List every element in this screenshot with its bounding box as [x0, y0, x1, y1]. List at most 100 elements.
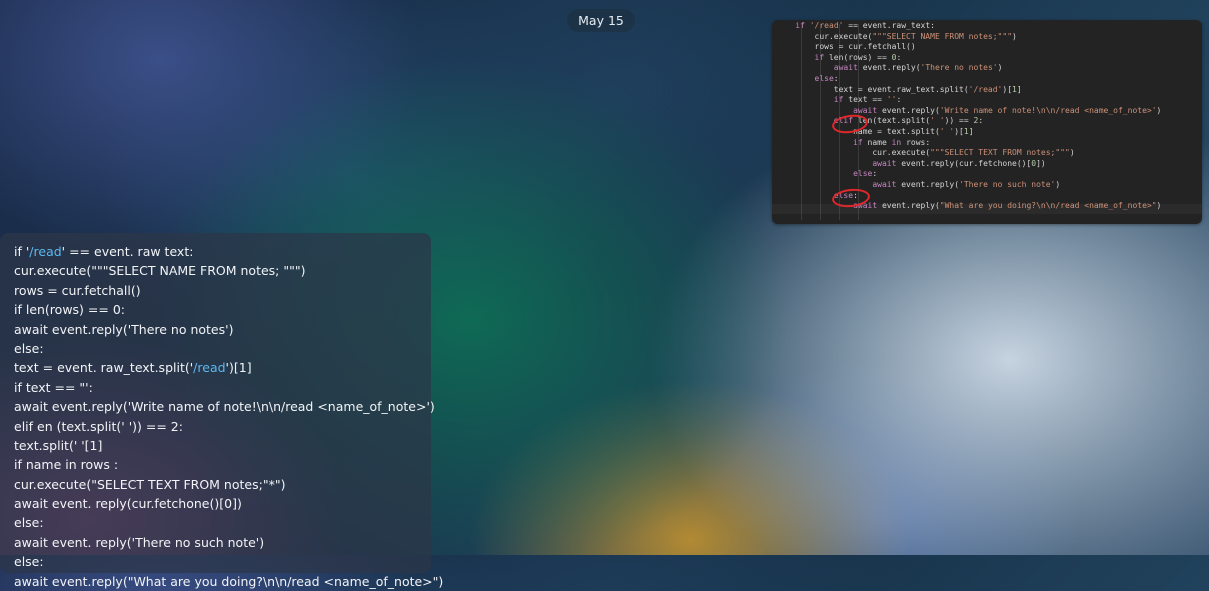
- code-line: else:: [772, 74, 1202, 85]
- code-token: :: [896, 95, 902, 105]
- code-token: 'Write name of note!\n\n/read <name_of_n…: [939, 105, 1157, 115]
- message-text-segment: rows = cur.fetchall(): [14, 282, 141, 298]
- code-line: await event.reply('There no such note'): [772, 180, 1202, 191]
- message-line: text = event. raw_text.split('/read')[1]: [14, 358, 417, 377]
- message-line: else:: [14, 339, 417, 358]
- code-token: )) ==: [944, 116, 974, 126]
- code-line: await event.reply('There no notes'): [772, 63, 1202, 74]
- message-text-segment: await event.reply('Write name of note!\n…: [14, 399, 435, 415]
- code-token: :: [833, 73, 839, 83]
- message-text-segment: cur.execute("SELECT TEXT FROM notes;"*"): [14, 476, 286, 492]
- code-token: if: [795, 21, 805, 30]
- code-token: len(rows) ==: [824, 52, 892, 62]
- message-text-segment: if ': [14, 244, 30, 259]
- code-token: event.reply(: [877, 105, 940, 115]
- code-line: if '/read' == event.raw_text:: [772, 21, 1202, 32]
- message-line: await event.reply("What are you doing?\n…: [14, 572, 443, 591]
- code-token: ' ': [930, 116, 945, 126]
- code-token: if: [853, 137, 863, 147]
- code-token: event.reply(cur.fetchone()[: [896, 158, 1032, 168]
- code-token: else: [814, 73, 834, 83]
- code-token: 'There no notes': [920, 63, 998, 73]
- code-token: text ==: [843, 95, 887, 105]
- code-token: 'There no such note': [959, 179, 1056, 189]
- code-line: text = event.raw_text.split('/read')[1]: [772, 85, 1202, 96]
- message-line: cur.execute("""SELECT NAME FROM notes; "…: [14, 261, 417, 280]
- code-token: if: [833, 95, 844, 105]
- code-line: await event.reply('Write name of note!\n…: [772, 106, 1202, 117]
- code-token: rows:: [901, 137, 931, 147]
- message-text-segment: else:: [14, 515, 44, 531]
- code-token: await: [833, 63, 858, 73]
- date-separator: May 15: [567, 9, 635, 32]
- code-token: )[: [954, 126, 964, 136]
- message-line: text.split(' '[1]: [14, 436, 417, 455]
- code-token: :: [872, 169, 878, 179]
- code-token: await: [872, 158, 897, 168]
- code-token: name: [862, 137, 892, 147]
- code-line: await event.reply(cur.fetchone()[0]): [772, 159, 1202, 170]
- code-token: event.reply(: [857, 63, 921, 73]
- code-token: event.reply(: [896, 179, 960, 189]
- code-token: ]): [1036, 158, 1046, 168]
- message-line: if text == "':: [14, 378, 417, 397]
- message-line: await event. reply(cur.fetchone()[0]): [14, 494, 417, 513]
- code-line: rows = cur.fetchall(): [772, 42, 1202, 53]
- command-link[interactable]: /read: [193, 360, 225, 375]
- message-text-segment: if len(rows) == 0:: [14, 302, 125, 318]
- message-text-segment: text = event. raw_text.split(': [14, 360, 194, 376]
- message-text-segment: if name in rows :: [14, 457, 119, 473]
- message-text-segment: await event.reply("What are you doing?\n…: [14, 573, 444, 589]
- message-text-segment: else:: [14, 340, 44, 356]
- code-token: ): [1156, 105, 1162, 115]
- code-token: == event.raw_text:: [843, 21, 935, 30]
- message-line: elif en (text.split(' ')) == 2:: [14, 417, 417, 436]
- message-line: await event.reply('Write name of note!\n…: [14, 397, 435, 416]
- code-token: "What are you doing?\n\n/read <name_of_n…: [939, 201, 1157, 211]
- command-link[interactable]: /read: [29, 244, 61, 259]
- date-label: May 15: [578, 13, 624, 28]
- message-text: if '/read' == event. raw text: cur.execut…: [14, 242, 443, 591]
- code-token: else: [853, 169, 873, 179]
- message-bubble[interactable]: if '/read' == event. raw text: cur.execut…: [0, 233, 443, 589]
- code-screenshot-image[interactable]: if '/read' == event.raw_text: cur.execut…: [772, 20, 1202, 224]
- message-line: await event. reply('There no such note'): [14, 533, 417, 552]
- message-text-segment: await event. reply('There no such note'): [14, 534, 265, 550]
- code-line: cur.execute("""SELECT TEXT FROM notes;""…: [772, 148, 1202, 159]
- message-text-segment: ')[1]: [225, 360, 252, 376]
- code-line: if text == '':: [772, 95, 1202, 106]
- code-token: await: [872, 179, 897, 189]
- code-token: :: [896, 52, 902, 62]
- message-text-segment: ' == event. raw text:: [61, 244, 194, 259]
- code-token: in: [891, 137, 902, 147]
- code-token: cur.execute(: [776, 31, 873, 41]
- code-token: ]: [968, 126, 974, 136]
- message-text-segment: text.split(' '[1]: [14, 437, 103, 453]
- code-token: '/read': [968, 84, 1003, 94]
- message-line: else:: [14, 552, 417, 571]
- message-line: else:: [14, 513, 417, 532]
- code-token: text = event.raw_text.split(: [776, 84, 969, 94]
- code-token: if: [814, 52, 825, 62]
- code-token: rows = cur.fetchall(): [776, 42, 916, 52]
- code-line: cur.execute("""SELECT NAME FROM notes;""…: [772, 32, 1202, 43]
- code-token: :: [978, 116, 984, 126]
- code-token: ): [1069, 148, 1075, 158]
- message-text-segment: cur.execute("""SELECT NAME FROM notes; "…: [14, 263, 306, 279]
- code-token: cur.execute(: [776, 148, 931, 158]
- code-token: ' ': [939, 126, 955, 136]
- code-token: ): [1055, 179, 1061, 189]
- message-text-segment: else:: [14, 554, 44, 570]
- code-token: ): [1156, 201, 1162, 211]
- message-line: cur.execute("SELECT TEXT FROM notes;"*"): [14, 475, 417, 494]
- message-line: rows = cur.fetchall(): [14, 281, 417, 300]
- code-line: if len(rows) == 0:: [772, 53, 1202, 64]
- code-token: )[: [1002, 84, 1013, 94]
